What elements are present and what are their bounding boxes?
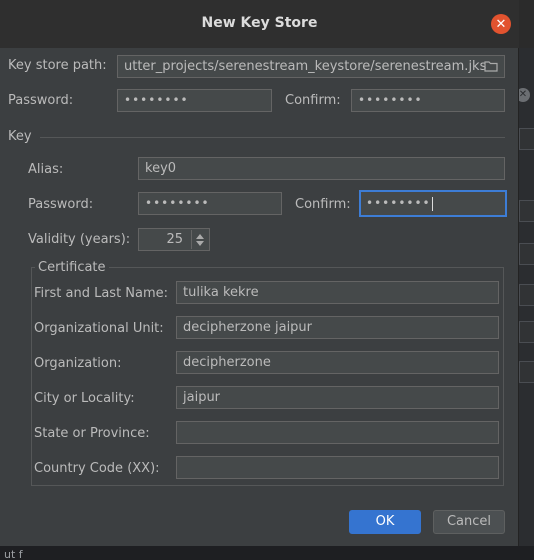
background-status-text: ut f	[0, 546, 534, 560]
title-bar: New Key Store ✕	[0, 0, 519, 48]
first-last-name-label: First and Last Name:	[34, 286, 169, 301]
validity-spinner-buttons[interactable]	[191, 230, 208, 249]
organizational-unit-label: Organizational Unit:	[34, 321, 164, 336]
country-code-label: Country Code (XX):	[34, 461, 160, 476]
close-button[interactable]: ✕	[491, 14, 511, 34]
key-confirm-value: ••••••••	[366, 196, 431, 210]
dialog-title: New Key Store	[201, 15, 318, 31]
alias-field[interactable]: key0	[138, 157, 505, 180]
key-confirm-label: Confirm:	[295, 197, 351, 212]
keystore-password-label: Password:	[8, 93, 74, 108]
city-locality-field[interactable]: jaipur	[176, 386, 499, 409]
organization-label: Organization:	[34, 356, 122, 371]
new-key-store-dialog: New Key Store ✕ Key store path: utter_pr…	[0, 0, 519, 546]
key-password-field[interactable]: ••••••••	[138, 192, 282, 215]
background-field	[519, 321, 534, 343]
spinner-up-icon[interactable]	[196, 233, 204, 239]
key-password-label: Password:	[28, 197, 94, 212]
keystore-confirm-field[interactable]: ••••••••	[351, 89, 505, 112]
validity-label: Validity (years):	[28, 232, 131, 247]
key-store-path-field[interactable]: utter_projects/serenestream_keystore/ser…	[117, 55, 505, 78]
background-field	[519, 243, 534, 265]
key-confirm-field[interactable]: ••••••••	[359, 190, 507, 217]
validity-spinner[interactable]: 25	[138, 228, 210, 251]
first-last-name-field[interactable]: tulika kekre	[176, 281, 499, 304]
key-store-path-value: utter_projects/serenestream_keystore/ser…	[124, 59, 487, 74]
background-field	[519, 200, 534, 222]
background-field	[519, 284, 534, 306]
cancel-button[interactable]: Cancel	[433, 510, 505, 534]
spinner-down-icon[interactable]	[196, 240, 204, 246]
organization-field[interactable]: decipherzone	[176, 351, 499, 374]
close-icon: ✕	[495, 16, 507, 32]
country-code-field[interactable]	[176, 456, 499, 479]
keystore-confirm-label: Confirm:	[285, 93, 341, 108]
background-field	[519, 361, 534, 383]
folder-icon[interactable]	[484, 60, 498, 72]
ok-button[interactable]: OK	[349, 510, 421, 534]
key-section-divider	[40, 137, 505, 138]
certificate-section-title: Certificate	[35, 260, 109, 275]
keystore-password-field[interactable]: ••••••••	[117, 89, 272, 112]
key-section-title: Key	[8, 129, 32, 144]
text-caret	[431, 196, 433, 211]
alias-label: Alias:	[28, 162, 64, 177]
city-locality-label: City or Locality:	[34, 391, 135, 406]
key-store-path-label: Key store path:	[8, 58, 107, 73]
state-province-field[interactable]	[176, 421, 499, 444]
organizational-unit-field[interactable]: decipherzone jaipur	[176, 316, 499, 339]
validity-value: 25	[166, 232, 183, 247]
state-province-label: State or Province:	[34, 426, 150, 441]
background-field	[519, 128, 534, 150]
